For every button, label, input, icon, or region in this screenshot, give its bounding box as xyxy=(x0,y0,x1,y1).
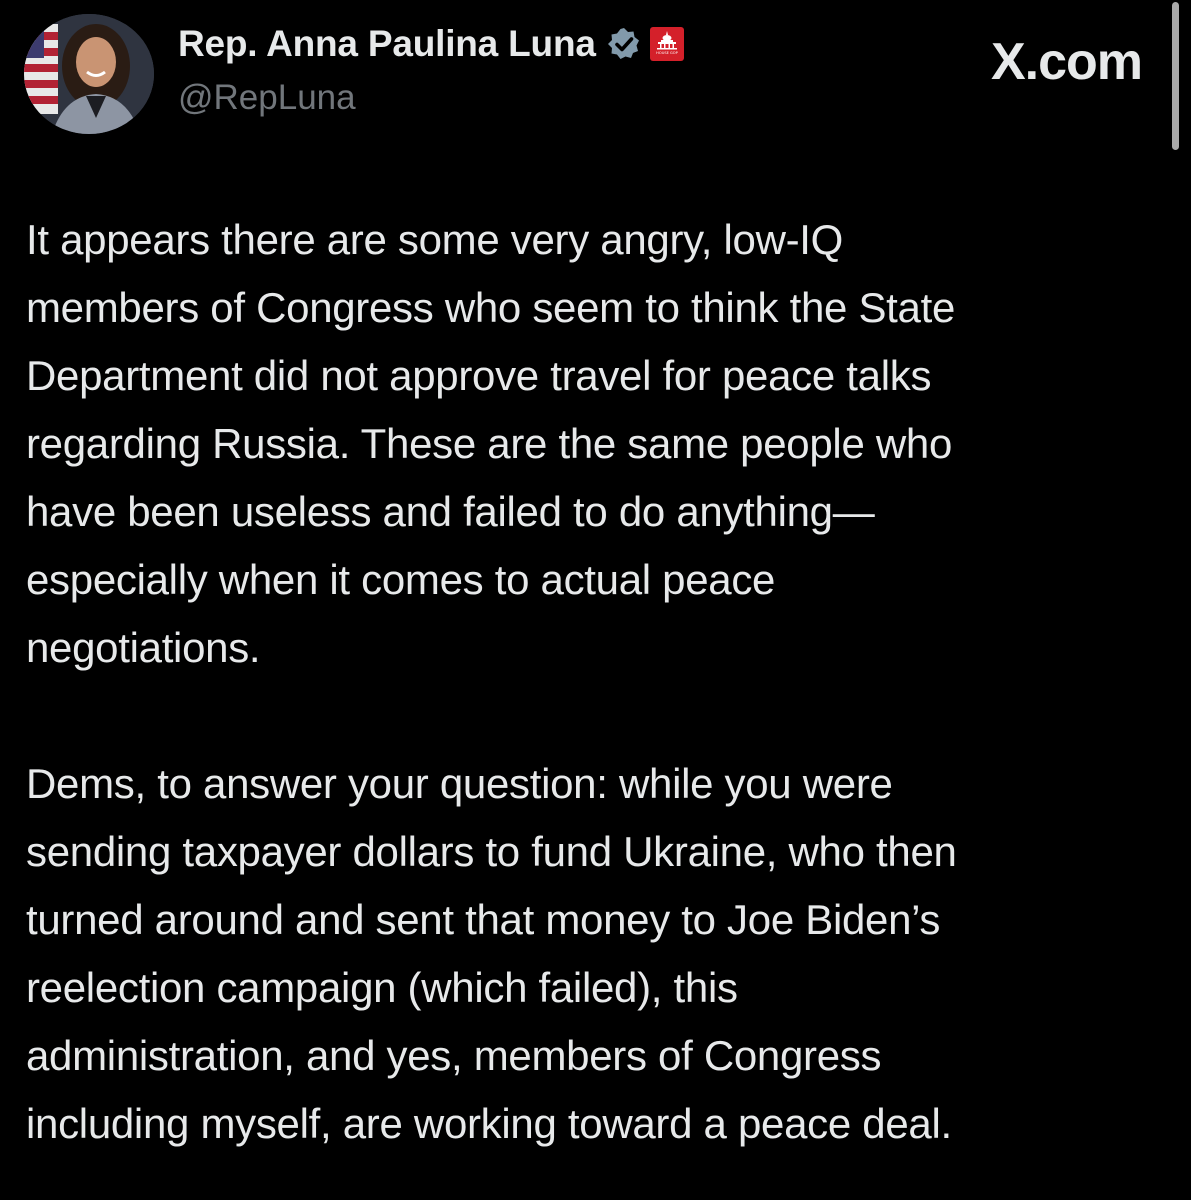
scrollbar[interactable] xyxy=(1172,2,1179,150)
affiliation-badge-text: HOUSE GOP xyxy=(656,51,678,55)
avatar[interactable] xyxy=(24,14,154,134)
author-handle[interactable]: @RepLuna xyxy=(178,78,684,118)
site-label: X.com xyxy=(990,33,1143,91)
verified-badge-icon[interactable] xyxy=(606,26,642,62)
author-name-row: Rep. Anna Paulina Luna HOUSE GOP xyxy=(178,22,684,66)
avatar-image xyxy=(24,14,154,134)
author-name[interactable]: Rep. Anna Paulina Luna xyxy=(178,23,596,65)
post-body: It appears there are some very angry, lo… xyxy=(26,206,1176,1158)
author-info: Rep. Anna Paulina Luna HOUSE GOP @RepLun… xyxy=(178,22,684,118)
post-paragraph-1: It appears there are some very angry, lo… xyxy=(26,216,956,671)
post-header: Rep. Anna Paulina Luna HOUSE GOP @RepLun… xyxy=(24,14,1164,139)
post-paragraph-2: Dems, to answer your question: while you… xyxy=(26,760,957,1147)
house-gop-icon[interactable]: HOUSE GOP xyxy=(649,27,684,61)
